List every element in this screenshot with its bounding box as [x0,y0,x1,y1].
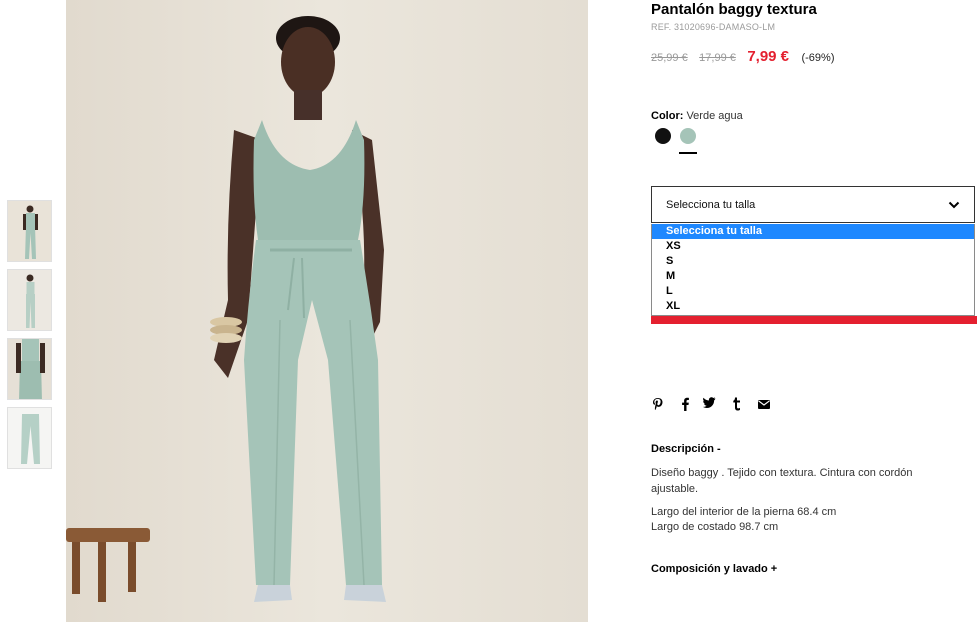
previous-price: 17,99 € [699,52,736,64]
product-reference: REF. 31020696-DAMASO-LM [651,22,776,32]
thumbnail-side[interactable] [7,269,52,331]
add-to-bag-bar[interactable] [651,316,977,324]
selected-swatch-indicator [679,152,697,154]
color-swatch-black[interactable] [655,128,671,144]
size-dropdown-list: Selecciona tu talla XS S M L XL [651,224,975,316]
thumbnail-list [7,200,53,476]
description-toggle[interactable]: Descripción - [651,443,721,455]
inseam-measurement: Largo del interior de la pierna 68.4 cm [651,506,837,518]
tumblr-icon[interactable] [729,397,743,413]
twitter-icon[interactable] [702,397,716,413]
email-icon[interactable] [757,397,771,413]
composition-toggle[interactable]: Composición y lavado + [651,563,777,575]
description-text: Diseño baggy . Tejido con textura. Cintu… [651,467,913,495]
discount-percentage: (-69%) [801,52,835,64]
color-label-key: Color: [651,110,684,122]
size-option-placeholder[interactable]: Selecciona tu talla [652,224,974,239]
color-value: Verde agua [686,110,743,122]
pinterest-icon[interactable] [651,397,665,413]
sale-price: 7,99 € [747,48,790,65]
size-option-xl[interactable]: XL [652,299,974,314]
size-option-m[interactable]: M [652,269,974,284]
thumbnail-detail[interactable] [7,338,52,400]
size-option-s[interactable]: S [652,254,974,269]
original-price: 25,99 € [651,52,688,64]
size-select[interactable]: Selecciona tu talla [651,186,975,223]
thumbnail-front[interactable] [7,200,52,262]
chevron-down-icon [948,201,960,209]
product-title: Pantalón baggy textura [651,1,817,18]
product-main-image[interactable] [66,0,588,622]
price-block: 25,99 € 17,99 € 7,99 € (-69%) [651,48,835,66]
size-option-xs[interactable]: XS [652,239,974,254]
side-length-measurement: Largo de costado 98.7 cm [651,521,779,533]
color-swatch-verde-agua[interactable] [680,128,696,144]
thumbnail-garment[interactable] [7,407,52,469]
size-option-l[interactable]: L [652,284,974,299]
size-select-value: Selecciona tu talla [666,199,756,211]
facebook-icon[interactable] [678,397,692,413]
color-label: Color: Verde agua [651,110,743,122]
